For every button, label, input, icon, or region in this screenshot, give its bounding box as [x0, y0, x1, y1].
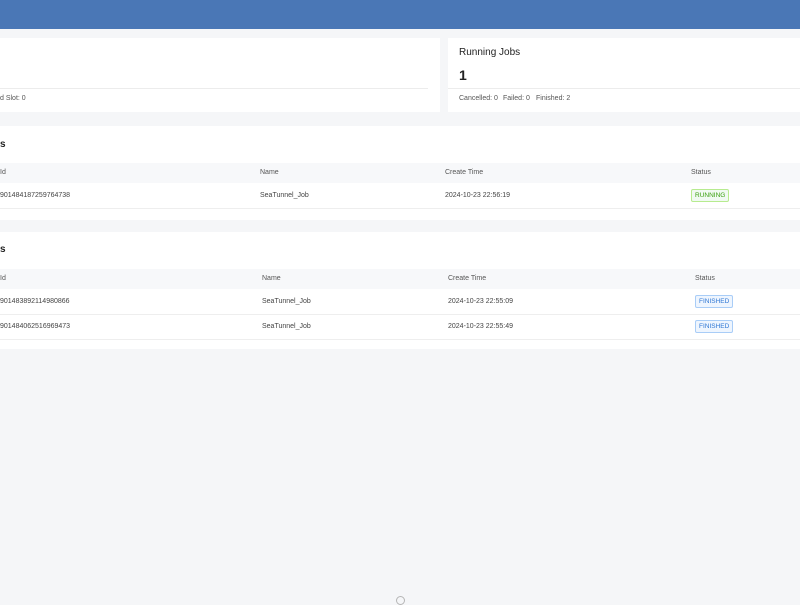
running-jobs-heading: s	[0, 139, 6, 150]
slot-summary-text: d Slot: 0	[0, 95, 26, 102]
job-id[interactable]: 901484187259764738	[0, 192, 70, 199]
column-header-id[interactable]: Id	[0, 275, 6, 282]
status-badge: RUNNING	[691, 189, 730, 202]
cancelled-count: Cancelled: 0	[459, 95, 498, 102]
card-divider	[448, 88, 800, 89]
status-badge: FINISHED	[695, 320, 734, 333]
table-row[interactable]: 901484187259764738 SeaTunnel_Job 2024-10…	[0, 184, 800, 209]
running-jobs-count: 1	[459, 67, 467, 83]
job-create-time: 2024-10-23 22:55:49	[448, 323, 513, 330]
failed-count: Failed: 0	[503, 95, 530, 102]
table-row[interactable]: 901483892114980866 SeaTunnel_Job 2024-10…	[0, 290, 800, 315]
finished-jobs-heading: s	[0, 244, 6, 255]
job-name: SeaTunnel_Job	[262, 323, 311, 330]
status-badge: FINISHED	[695, 295, 734, 308]
finished-jobs-table-card: s Id Name Create Time Status 90148389211…	[0, 232, 800, 349]
column-header-name[interactable]: Name	[262, 275, 281, 282]
running-table-header: Id Name Create Time Status	[0, 163, 800, 183]
card-divider	[0, 88, 428, 89]
running-jobs-card: Running Jobs 1 Cancelled: 0 Failed: 0 Fi…	[448, 38, 800, 112]
job-name: SeaTunnel_Job	[262, 298, 311, 305]
column-header-create-time[interactable]: Create Time	[445, 169, 483, 176]
job-name: SeaTunnel_Job	[260, 192, 309, 199]
job-create-time: 2024-10-23 22:55:09	[448, 298, 513, 305]
running-jobs-table-card: s Id Name Create Time Status 90148418725…	[0, 126, 800, 220]
slot-summary-card: d Slot: 0	[0, 38, 440, 112]
column-header-create-time[interactable]: Create Time	[448, 275, 486, 282]
finished-count: Finished: 2	[536, 95, 571, 102]
job-id[interactable]: 901483892114980866	[0, 298, 70, 305]
loading-spinner-icon	[396, 596, 405, 605]
table-row[interactable]: 901484062516969473 SeaTunnel_Job 2024-10…	[0, 315, 800, 340]
job-create-time: 2024-10-23 22:56:19	[445, 192, 510, 199]
column-header-name[interactable]: Name	[260, 169, 279, 176]
column-header-id[interactable]: Id	[0, 169, 6, 176]
job-id[interactable]: 901484062516969473	[0, 323, 70, 330]
top-header-bar	[0, 0, 800, 29]
finished-table-header: Id Name Create Time Status	[0, 269, 800, 289]
column-header-status[interactable]: Status	[691, 169, 711, 176]
column-header-status[interactable]: Status	[695, 275, 715, 282]
running-jobs-title: Running Jobs	[459, 47, 521, 58]
